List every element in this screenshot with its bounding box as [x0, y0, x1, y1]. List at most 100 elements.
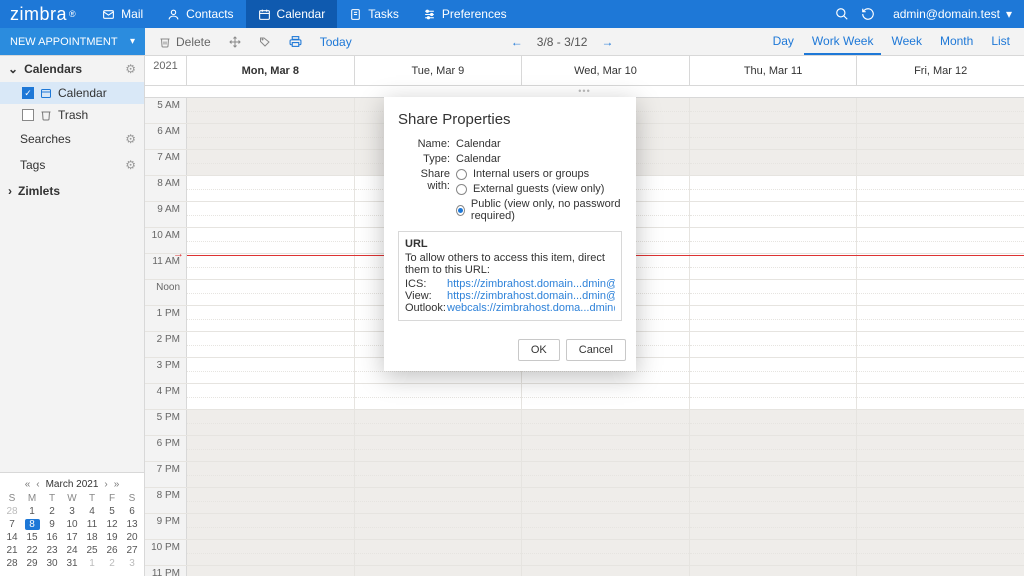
today-button[interactable]: Today: [312, 28, 360, 55]
mini-day[interactable]: 8: [22, 518, 42, 531]
mini-day[interactable]: 29: [22, 557, 42, 570]
time-cell[interactable]: [522, 488, 690, 513]
time-cell[interactable]: [690, 436, 858, 461]
time-cell[interactable]: [690, 280, 858, 305]
time-cell[interactable]: [187, 410, 355, 435]
time-cell[interactable]: [857, 384, 1024, 409]
time-cell[interactable]: [857, 228, 1024, 253]
tab-contacts[interactable]: Contacts: [155, 0, 245, 28]
mini-day[interactable]: 2: [42, 505, 62, 518]
time-cell[interactable]: [355, 410, 523, 435]
gear-icon[interactable]: ⚙: [125, 158, 136, 172]
mini-day[interactable]: 4: [82, 505, 102, 518]
time-cell[interactable]: [690, 124, 858, 149]
time-cell[interactable]: [522, 410, 690, 435]
mini-day[interactable]: 17: [62, 531, 82, 544]
sidebar-item-trash[interactable]: Trash: [0, 104, 144, 126]
tab-tasks[interactable]: Tasks: [337, 0, 411, 28]
time-cell[interactable]: [187, 332, 355, 357]
mini-day[interactable]: 28: [2, 505, 22, 518]
refresh-icon[interactable]: [855, 0, 881, 28]
time-cell[interactable]: [857, 202, 1024, 227]
mini-day[interactable]: 10: [62, 518, 82, 531]
mini-prev-month[interactable]: ‹: [36, 479, 39, 490]
time-cell[interactable]: [690, 202, 858, 227]
time-cell[interactable]: [690, 254, 858, 279]
time-cell[interactable]: [690, 410, 858, 435]
share-url-link[interactable]: https://zimbrahost.domain...dmin@domain.…: [447, 278, 615, 290]
time-cell[interactable]: [690, 176, 858, 201]
sidebar-section-zimlets[interactable]: ›Zimlets: [0, 178, 144, 204]
resize-grip-icon[interactable]: •••: [578, 86, 590, 96]
mini-day[interactable]: 31: [62, 557, 82, 570]
time-cell[interactable]: [857, 150, 1024, 175]
time-cell[interactable]: [690, 384, 858, 409]
time-cell[interactable]: [857, 514, 1024, 539]
time-cell[interactable]: [187, 280, 355, 305]
time-cell[interactable]: [187, 176, 355, 201]
time-cell[interactable]: [690, 228, 858, 253]
mini-day[interactable]: 20: [122, 531, 142, 544]
next-range-button[interactable]: →: [601, 35, 613, 49]
day-header[interactable]: Wed, Mar 10: [522, 56, 690, 85]
mini-day[interactable]: 28: [2, 557, 22, 570]
time-cell[interactable]: [355, 462, 523, 487]
time-cell[interactable]: [857, 410, 1024, 435]
time-cell[interactable]: [187, 566, 355, 576]
time-cell[interactable]: [690, 332, 858, 357]
share-url-link[interactable]: webcals://zimbrahost.doma...dmin@domain.…: [447, 302, 615, 314]
time-cell[interactable]: [857, 488, 1024, 513]
day-header[interactable]: Fri, Mar 12: [857, 56, 1024, 85]
mini-day[interactable]: 1: [22, 505, 42, 518]
sidebar-section-calendars[interactable]: ⌄Calendars ⚙: [0, 56, 144, 82]
time-cell[interactable]: [857, 124, 1024, 149]
time-cell[interactable]: [690, 488, 858, 513]
time-cell[interactable]: [857, 98, 1024, 123]
time-cell[interactable]: [187, 358, 355, 383]
gear-icon[interactable]: ⚙: [125, 62, 136, 76]
sidebar-section-tags[interactable]: Tags ⚙: [0, 152, 144, 178]
share-option-internal[interactable]: Internal users or groups: [456, 168, 622, 180]
time-cell[interactable]: [857, 280, 1024, 305]
time-cell[interactable]: [690, 150, 858, 175]
mini-day[interactable]: 19: [102, 531, 122, 544]
share-url-link[interactable]: https://zimbrahost.domain...dmin@domain.…: [447, 290, 615, 302]
time-cell[interactable]: [857, 436, 1024, 461]
time-cell[interactable]: [355, 566, 523, 576]
time-cell[interactable]: [355, 514, 523, 539]
time-cell[interactable]: [187, 436, 355, 461]
time-cell[interactable]: [690, 306, 858, 331]
share-option-guests[interactable]: External guests (view only): [456, 183, 622, 195]
time-cell[interactable]: [187, 540, 355, 565]
ok-button[interactable]: OK: [518, 339, 560, 361]
mini-day[interactable]: 30: [42, 557, 62, 570]
mini-day[interactable]: 27: [122, 544, 142, 557]
mini-day[interactable]: 5: [102, 505, 122, 518]
mini-day[interactable]: 14: [2, 531, 22, 544]
time-cell[interactable]: [857, 176, 1024, 201]
time-cell[interactable]: [522, 514, 690, 539]
view-month[interactable]: Month: [932, 28, 981, 55]
mini-day[interactable]: 16: [42, 531, 62, 544]
mini-day[interactable]: 3: [122, 557, 142, 570]
time-cell[interactable]: [187, 488, 355, 513]
print-button[interactable]: [281, 28, 310, 55]
time-cell[interactable]: [522, 540, 690, 565]
time-cell[interactable]: [187, 254, 355, 279]
time-cell[interactable]: [857, 306, 1024, 331]
time-cell[interactable]: [857, 358, 1024, 383]
mini-day[interactable]: 26: [102, 544, 122, 557]
mini-next-year[interactable]: »: [114, 479, 120, 490]
cancel-button[interactable]: Cancel: [566, 339, 626, 361]
view-work_week[interactable]: Work Week: [804, 28, 882, 55]
time-cell[interactable]: [857, 332, 1024, 357]
time-cell[interactable]: [857, 540, 1024, 565]
time-cell[interactable]: [857, 254, 1024, 279]
day-header[interactable]: Thu, Mar 11: [690, 56, 858, 85]
checkbox[interactable]: [22, 109, 34, 121]
mini-day[interactable]: 2: [102, 557, 122, 570]
time-cell[interactable]: [355, 384, 523, 409]
mini-day[interactable]: 12: [102, 518, 122, 531]
tag-button[interactable]: [251, 28, 279, 55]
time-cell[interactable]: [355, 540, 523, 565]
